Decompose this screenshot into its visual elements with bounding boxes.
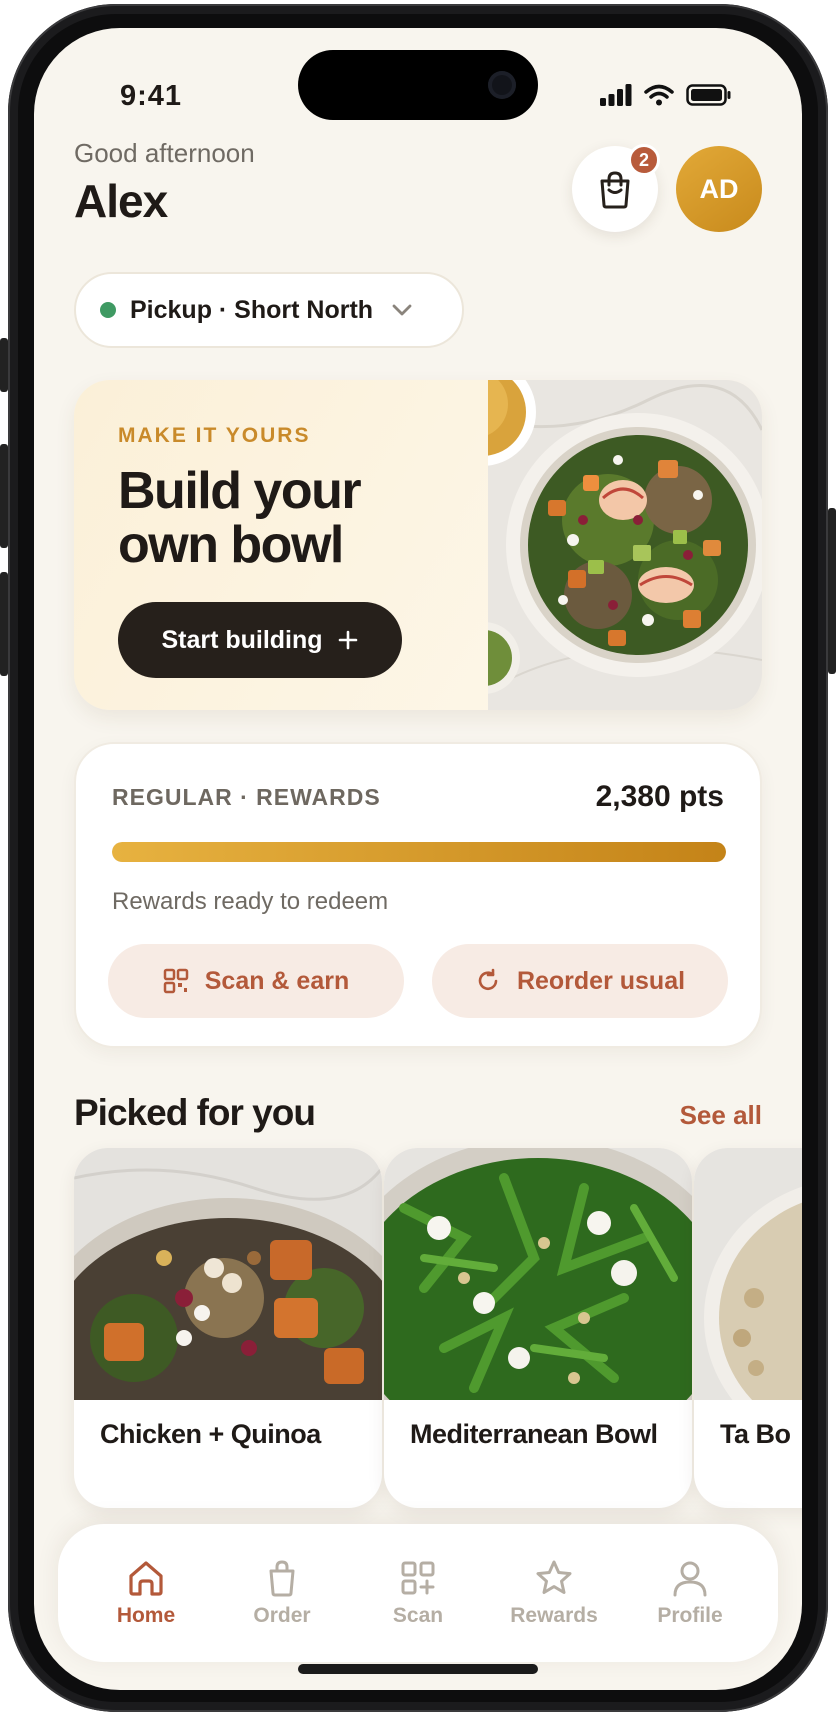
power-button [828,508,836,674]
tab-order[interactable]: Order [217,1558,347,1628]
product-card-chicken-quinoa[interactable]: Chicken + Quinoa [74,1148,382,1508]
volume-down-button [0,572,8,676]
tab-label: Order [253,1604,311,1627]
status-icons [600,84,732,106]
rewards-points: 2,380 pts [595,780,724,813]
reorder-usual-button[interactable]: Reorder usual [432,944,728,1018]
greeting-text: Good afternoon [74,138,255,168]
location-text: Pickup · Short North [130,295,374,324]
product-name: Chicken + Quinoa [100,1419,321,1449]
product-name: Mediterranean Bowl [410,1419,658,1449]
refresh-icon [478,968,498,990]
dynamic-island [298,50,538,120]
location-status-dot [100,302,116,318]
reorder-usual-label: Reorder usual [516,966,686,995]
tab-label: Rewards [510,1604,598,1627]
tab-label: Home [116,1604,176,1627]
rewards-progress-bar [112,842,726,862]
product-name: Ta Bo [720,1419,791,1449]
rewards-progress-fill [112,842,726,862]
start-building-label: Start building [161,625,323,654]
qr-code-icon [163,968,188,994]
star-icon [536,1560,572,1594]
person-icon [673,1561,707,1597]
hero-kicker: MAKE IT YOURS [118,424,311,447]
chevron-down-icon [392,304,412,316]
tab-label: Profile [657,1604,723,1627]
tab-scan[interactable]: Scan [353,1558,483,1628]
tab-bar: Home Order Scan Rewards Profile [58,1524,778,1662]
status-time: 9:41 [120,80,183,112]
product-card-partial[interactable]: Ta Bo $1 [694,1148,802,1508]
avatar[interactable]: AD [676,146,762,232]
tab-label: Scan [392,1604,444,1627]
battery-icon [686,84,731,106]
home-indicator [298,1664,538,1674]
rewards-status: Rewards ready to redeem [112,888,389,915]
start-building-button[interactable]: Start building [118,602,402,678]
scan-earn-label: Scan & earn [204,966,350,995]
chicken-quinoa-image [74,1148,382,1400]
partial-bowl-image [694,1148,802,1400]
home-icon [129,1561,163,1596]
location-selector[interactable]: Pickup · Short North [74,272,464,348]
section-title: Picked for you [74,1092,316,1133]
hero-bowl-image [488,380,762,710]
rewards-card: REGULAR · REWARDS 2,380 pts Rewards read… [74,742,762,1048]
app-screen: 9:41 Good afternoon Alex 2 AD Pickup · S… [34,28,802,1690]
volume-up-button [0,444,8,548]
shopping-bag-icon [600,171,630,209]
cart-button[interactable]: 2 [572,144,660,232]
scan-icon [401,1561,435,1595]
build-bowl-hero[interactable]: MAKE IT YOURS Build your own bowl Start … [74,380,762,710]
plus-icon [338,630,357,650]
camera-icon [488,71,516,99]
tab-rewards[interactable]: Rewards [489,1558,619,1628]
signal-icon [600,84,632,106]
wifi-icon [644,84,674,106]
see-all-link[interactable]: See all [680,1100,762,1131]
bag-icon [269,1560,295,1597]
tab-profile[interactable]: Profile [625,1558,755,1628]
product-card-mediterranean-bowl[interactable]: Mediterranean Bowl [384,1148,692,1508]
rewards-tier: REGULAR · REWARDS [112,784,381,810]
scan-earn-button[interactable]: Scan & earn [108,944,404,1018]
hero-title: Build your own bowl [118,462,362,574]
tab-home[interactable]: Home [81,1558,211,1628]
cart-count-badge: 2 [628,144,660,176]
action-button [0,338,8,392]
user-name: Alex [74,175,168,227]
mediterranean-bowl-image [384,1148,692,1400]
